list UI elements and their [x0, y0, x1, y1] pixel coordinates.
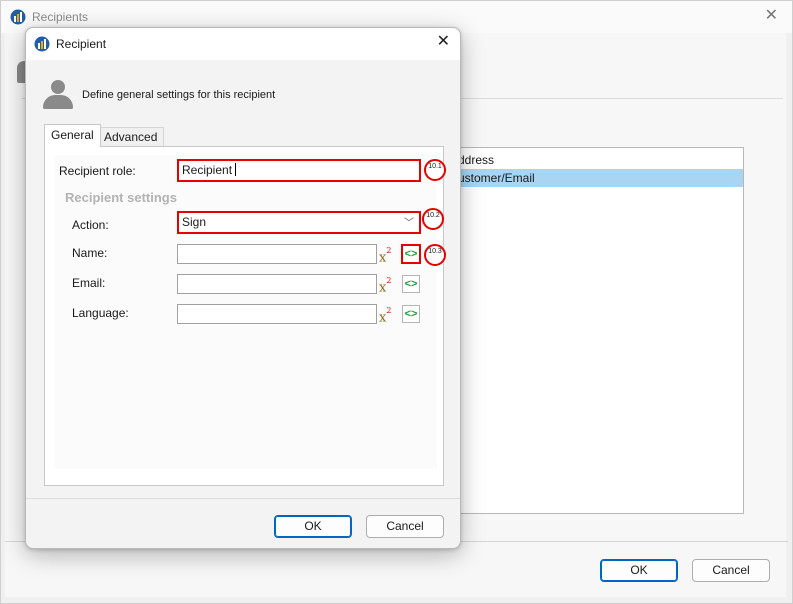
annotation-callout: 10.3	[424, 244, 446, 266]
parent-window-title: Recipients	[32, 10, 89, 24]
user-icon	[43, 80, 73, 110]
recipients-list[interactable]: ddress ustomer/Email	[441, 147, 744, 514]
parent-ok-button[interactable]: OK	[600, 559, 678, 582]
dialog-title: Recipient	[56, 37, 107, 51]
code-tag-icon[interactable]: <>	[401, 244, 421, 264]
list-item-selected[interactable]: ustomer/Email	[442, 169, 743, 187]
recipient-settings-group-title: Recipient settings	[65, 190, 177, 205]
code-tag-icon[interactable]: <>	[402, 275, 420, 293]
recipient-role-value: Recipient	[182, 163, 233, 177]
parent-cancel-button[interactable]: Cancel	[692, 559, 770, 582]
name-input[interactable]	[177, 244, 377, 264]
name-label: Name:	[72, 246, 108, 260]
recipient-role-label: Recipient role:	[59, 164, 136, 178]
tab-advanced[interactable]: Advanced	[97, 127, 165, 147]
annotation-callout: 10.2	[422, 208, 444, 230]
annotation-callout: 10.1	[424, 159, 446, 181]
app-logo-icon	[10, 9, 26, 25]
close-icon[interactable]: ✕	[765, 8, 778, 24]
divider	[26, 498, 460, 499]
language-input[interactable]	[177, 304, 377, 324]
dialog-titlebar: Recipient ✕	[26, 28, 460, 60]
code-tag-icon[interactable]: <>	[402, 305, 420, 323]
email-label: Email:	[72, 276, 106, 290]
ok-button[interactable]: OK	[274, 515, 352, 538]
tab-general[interactable]: General	[44, 124, 101, 147]
variable-x2-icon[interactable]: x2	[379, 245, 397, 265]
app-logo-icon	[34, 36, 50, 52]
action-select[interactable]: Sign ﹀	[177, 211, 421, 234]
action-label: Action:	[72, 218, 109, 232]
action-value: Sign	[182, 215, 207, 229]
recipient-dialog: Recipient ✕ Define general settings for …	[25, 27, 461, 549]
variable-x2-icon[interactable]: x2	[379, 305, 397, 325]
list-item[interactable]: ddress	[442, 151, 743, 169]
email-input[interactable]	[177, 274, 377, 294]
dialog-description: Define general settings for this recipie…	[82, 89, 276, 101]
language-label: Language:	[72, 306, 129, 320]
close-icon[interactable]: ✕	[437, 34, 450, 50]
recipient-role-input[interactable]: Recipient	[177, 159, 421, 182]
chevron-down-icon: ﹀	[404, 218, 414, 229]
variable-x2-icon[interactable]: x2	[379, 275, 397, 295]
cancel-button[interactable]: Cancel	[366, 515, 444, 538]
